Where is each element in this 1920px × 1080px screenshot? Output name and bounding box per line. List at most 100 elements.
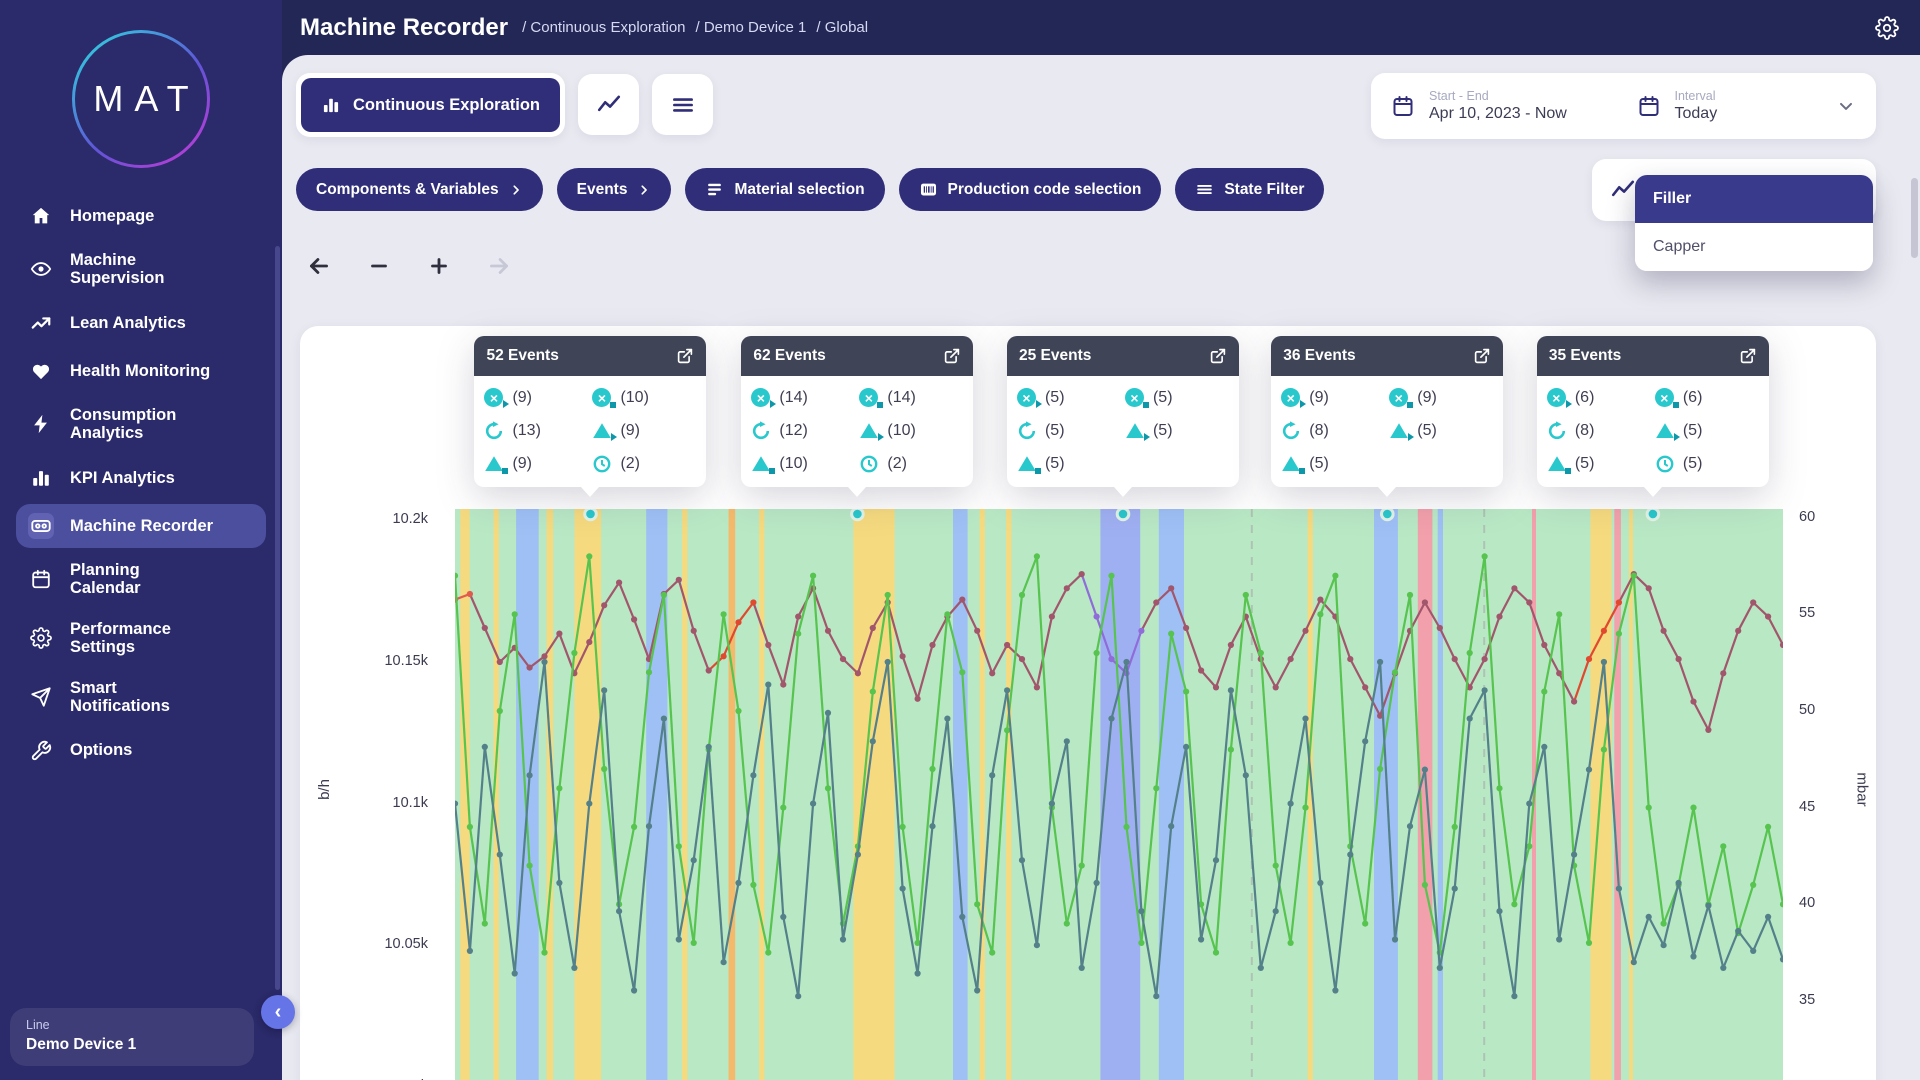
- sidebar-item-machine-recorder[interactable]: Machine Recorder: [16, 504, 266, 548]
- arrow-right-icon: [486, 253, 512, 279]
- chevron-left-icon: ‹: [275, 1001, 282, 1024]
- filter-row: Components & Variables Events Material s…: [296, 168, 1324, 211]
- list-view-button[interactable]: [652, 74, 713, 135]
- sidebar-item-performance-settings[interactable]: Performance Settings: [16, 611, 266, 666]
- restart-icon: [1547, 421, 1567, 441]
- y-axis-left-tick: 10.05k: [318, 936, 428, 952]
- clock-icon: [592, 454, 612, 474]
- scrollbar-thumb[interactable]: [1911, 178, 1918, 258]
- tooltip-pointer: [581, 487, 599, 497]
- sidebar-item-label: Planning Calendar: [70, 561, 141, 598]
- warning-square-icon: [1017, 454, 1037, 474]
- production-code-selection-button[interactable]: Production code selection: [899, 168, 1162, 211]
- external-link-icon[interactable]: [1209, 347, 1227, 365]
- material-selection-button[interactable]: Material selection: [685, 168, 884, 211]
- warning-square-icon: [1281, 454, 1301, 474]
- logo-circle: MAT: [75, 33, 207, 165]
- events-button[interactable]: Events: [557, 168, 672, 211]
- sidebar-item-planning-calendar[interactable]: Planning Calendar: [16, 552, 266, 607]
- dropdown-option-filler[interactable]: Filler: [1635, 175, 1873, 223]
- event-tooltip: 36 Events×(9)×(9)(8)(5)(5): [1271, 336, 1503, 497]
- event-count: (5): [1125, 418, 1229, 444]
- continuous-exploration-button[interactable]: Continuous Exploration: [301, 78, 560, 132]
- event-count: (9): [484, 451, 588, 477]
- dropdown-option-capper[interactable]: Capper: [1635, 223, 1873, 271]
- logo: MAT: [72, 30, 210, 168]
- y-axis-left-tick: 10.15k: [318, 653, 428, 669]
- event-count: ×(9): [1389, 385, 1493, 411]
- sidebar-item-consumption-analytics[interactable]: Consumption Analytics: [16, 397, 266, 452]
- chevron-right-icon: [509, 183, 523, 197]
- restart-icon: [1017, 421, 1037, 441]
- sidebar-item-options[interactable]: Options: [16, 729, 266, 773]
- interval-label: Interval: [1675, 89, 1718, 103]
- y-axis-right-tick: 50: [1799, 702, 1815, 718]
- sidebar-item-kpi-analytics[interactable]: KPI Analytics: [16, 456, 266, 500]
- event-count: ×(14): [859, 385, 963, 411]
- breadcrumb-item[interactable]: / Continuous Exploration: [522, 19, 685, 36]
- warning-play-icon: [592, 421, 612, 441]
- minus-icon: [366, 253, 392, 279]
- external-link-icon[interactable]: [676, 347, 694, 365]
- zoom-out-button[interactable]: [358, 245, 400, 287]
- sidebar-scrollbar[interactable]: [275, 246, 280, 990]
- warning-square-icon: [751, 454, 771, 474]
- sidebar-item-label: Lean Analytics: [70, 314, 186, 332]
- event-count: (5): [1547, 451, 1651, 477]
- breadcrumb-item[interactable]: / Demo Device 1: [696, 19, 807, 36]
- event-count: (2): [859, 451, 963, 477]
- event-tooltip: 35 Events×(6)×(6)(8)(5)(5)(5): [1537, 336, 1769, 497]
- components-variables-button[interactable]: Components & Variables: [296, 168, 543, 211]
- calendar-icon: [28, 566, 54, 592]
- device-card: Line Demo Device 1: [10, 1008, 254, 1066]
- sidebar-item-label: Homepage: [70, 207, 154, 225]
- event-count: ×(9): [1281, 385, 1385, 411]
- event-count: (13): [484, 418, 588, 444]
- line-chart-icon: [596, 92, 622, 118]
- line-chart-icon: [1610, 177, 1636, 203]
- date-range-label: Start - End: [1429, 89, 1567, 103]
- interval-picker[interactable]: Interval Today: [1637, 89, 1857, 123]
- sidebar-nav: Homepage Machine Supervision Lean Analytic…: [0, 194, 282, 773]
- sidebar-item-homepage[interactable]: Homepage: [16, 194, 266, 238]
- clock-icon: [859, 454, 879, 474]
- event-count: (10): [751, 451, 855, 477]
- event-group-title: 52 Events: [486, 347, 558, 365]
- view-button-wrap: Continuous Exploration: [296, 73, 565, 137]
- zoom-in-button[interactable]: [418, 245, 460, 287]
- bolt-icon: [28, 411, 54, 437]
- sidebar-item-lean-analytics[interactable]: Lean Analytics: [16, 301, 266, 345]
- event-tooltip: 52 Events×(9)×(10)(13)(9)(9)(2): [474, 336, 706, 497]
- event-count: (5): [1281, 451, 1385, 477]
- y-axis-right-tick: 60: [1799, 509, 1815, 525]
- external-link-icon[interactable]: [1473, 347, 1491, 365]
- y-axis-right-tick: 55: [1799, 605, 1815, 621]
- breadcrumb-item[interactable]: / Global: [816, 19, 868, 36]
- chart-plot[interactable]: [455, 509, 1783, 1080]
- date-range-value: Apr 10, 2023 - Now: [1429, 105, 1567, 123]
- cancel-square-icon: ×: [859, 388, 879, 408]
- external-link-icon[interactable]: [1739, 347, 1757, 365]
- sidebar-item-health-monitoring[interactable]: Health Monitoring: [16, 349, 266, 393]
- device-name: Demo Device 1: [26, 1036, 238, 1054]
- pan-right-button[interactable]: [478, 245, 520, 287]
- event-tooltip: 62 Events×(14)×(14)(12)(10)(10)(2): [741, 336, 973, 497]
- sidebar-item-machine-supervision[interactable]: Machine Supervision: [16, 242, 266, 297]
- cancel-square-icon: ×: [592, 388, 612, 408]
- bar-chart-icon: [321, 95, 341, 115]
- external-link-icon[interactable]: [943, 347, 961, 365]
- event-count: (5): [1389, 418, 1493, 444]
- filter-lines-icon: [1195, 180, 1214, 199]
- settings-button[interactable]: [1872, 13, 1902, 43]
- line-view-button[interactable]: [578, 74, 639, 135]
- sidebar-item-smart-notifications[interactable]: Smart Notifications: [16, 670, 266, 725]
- sidebar-collapse-button[interactable]: ‹: [261, 995, 295, 1029]
- y-axis-right-tick: 35: [1799, 992, 1815, 1008]
- restart-icon: [484, 421, 504, 441]
- state-filter-button[interactable]: State Filter: [1175, 168, 1324, 211]
- hamburger-icon: [670, 92, 696, 118]
- date-range-picker[interactable]: Start - End Apr 10, 2023 - Now: [1391, 89, 1611, 123]
- page-scrollbar[interactable]: [1911, 60, 1918, 1070]
- view-toolbar: Continuous Exploration Start - End Apr 1…: [296, 73, 1876, 139]
- pan-left-button[interactable]: [298, 245, 340, 287]
